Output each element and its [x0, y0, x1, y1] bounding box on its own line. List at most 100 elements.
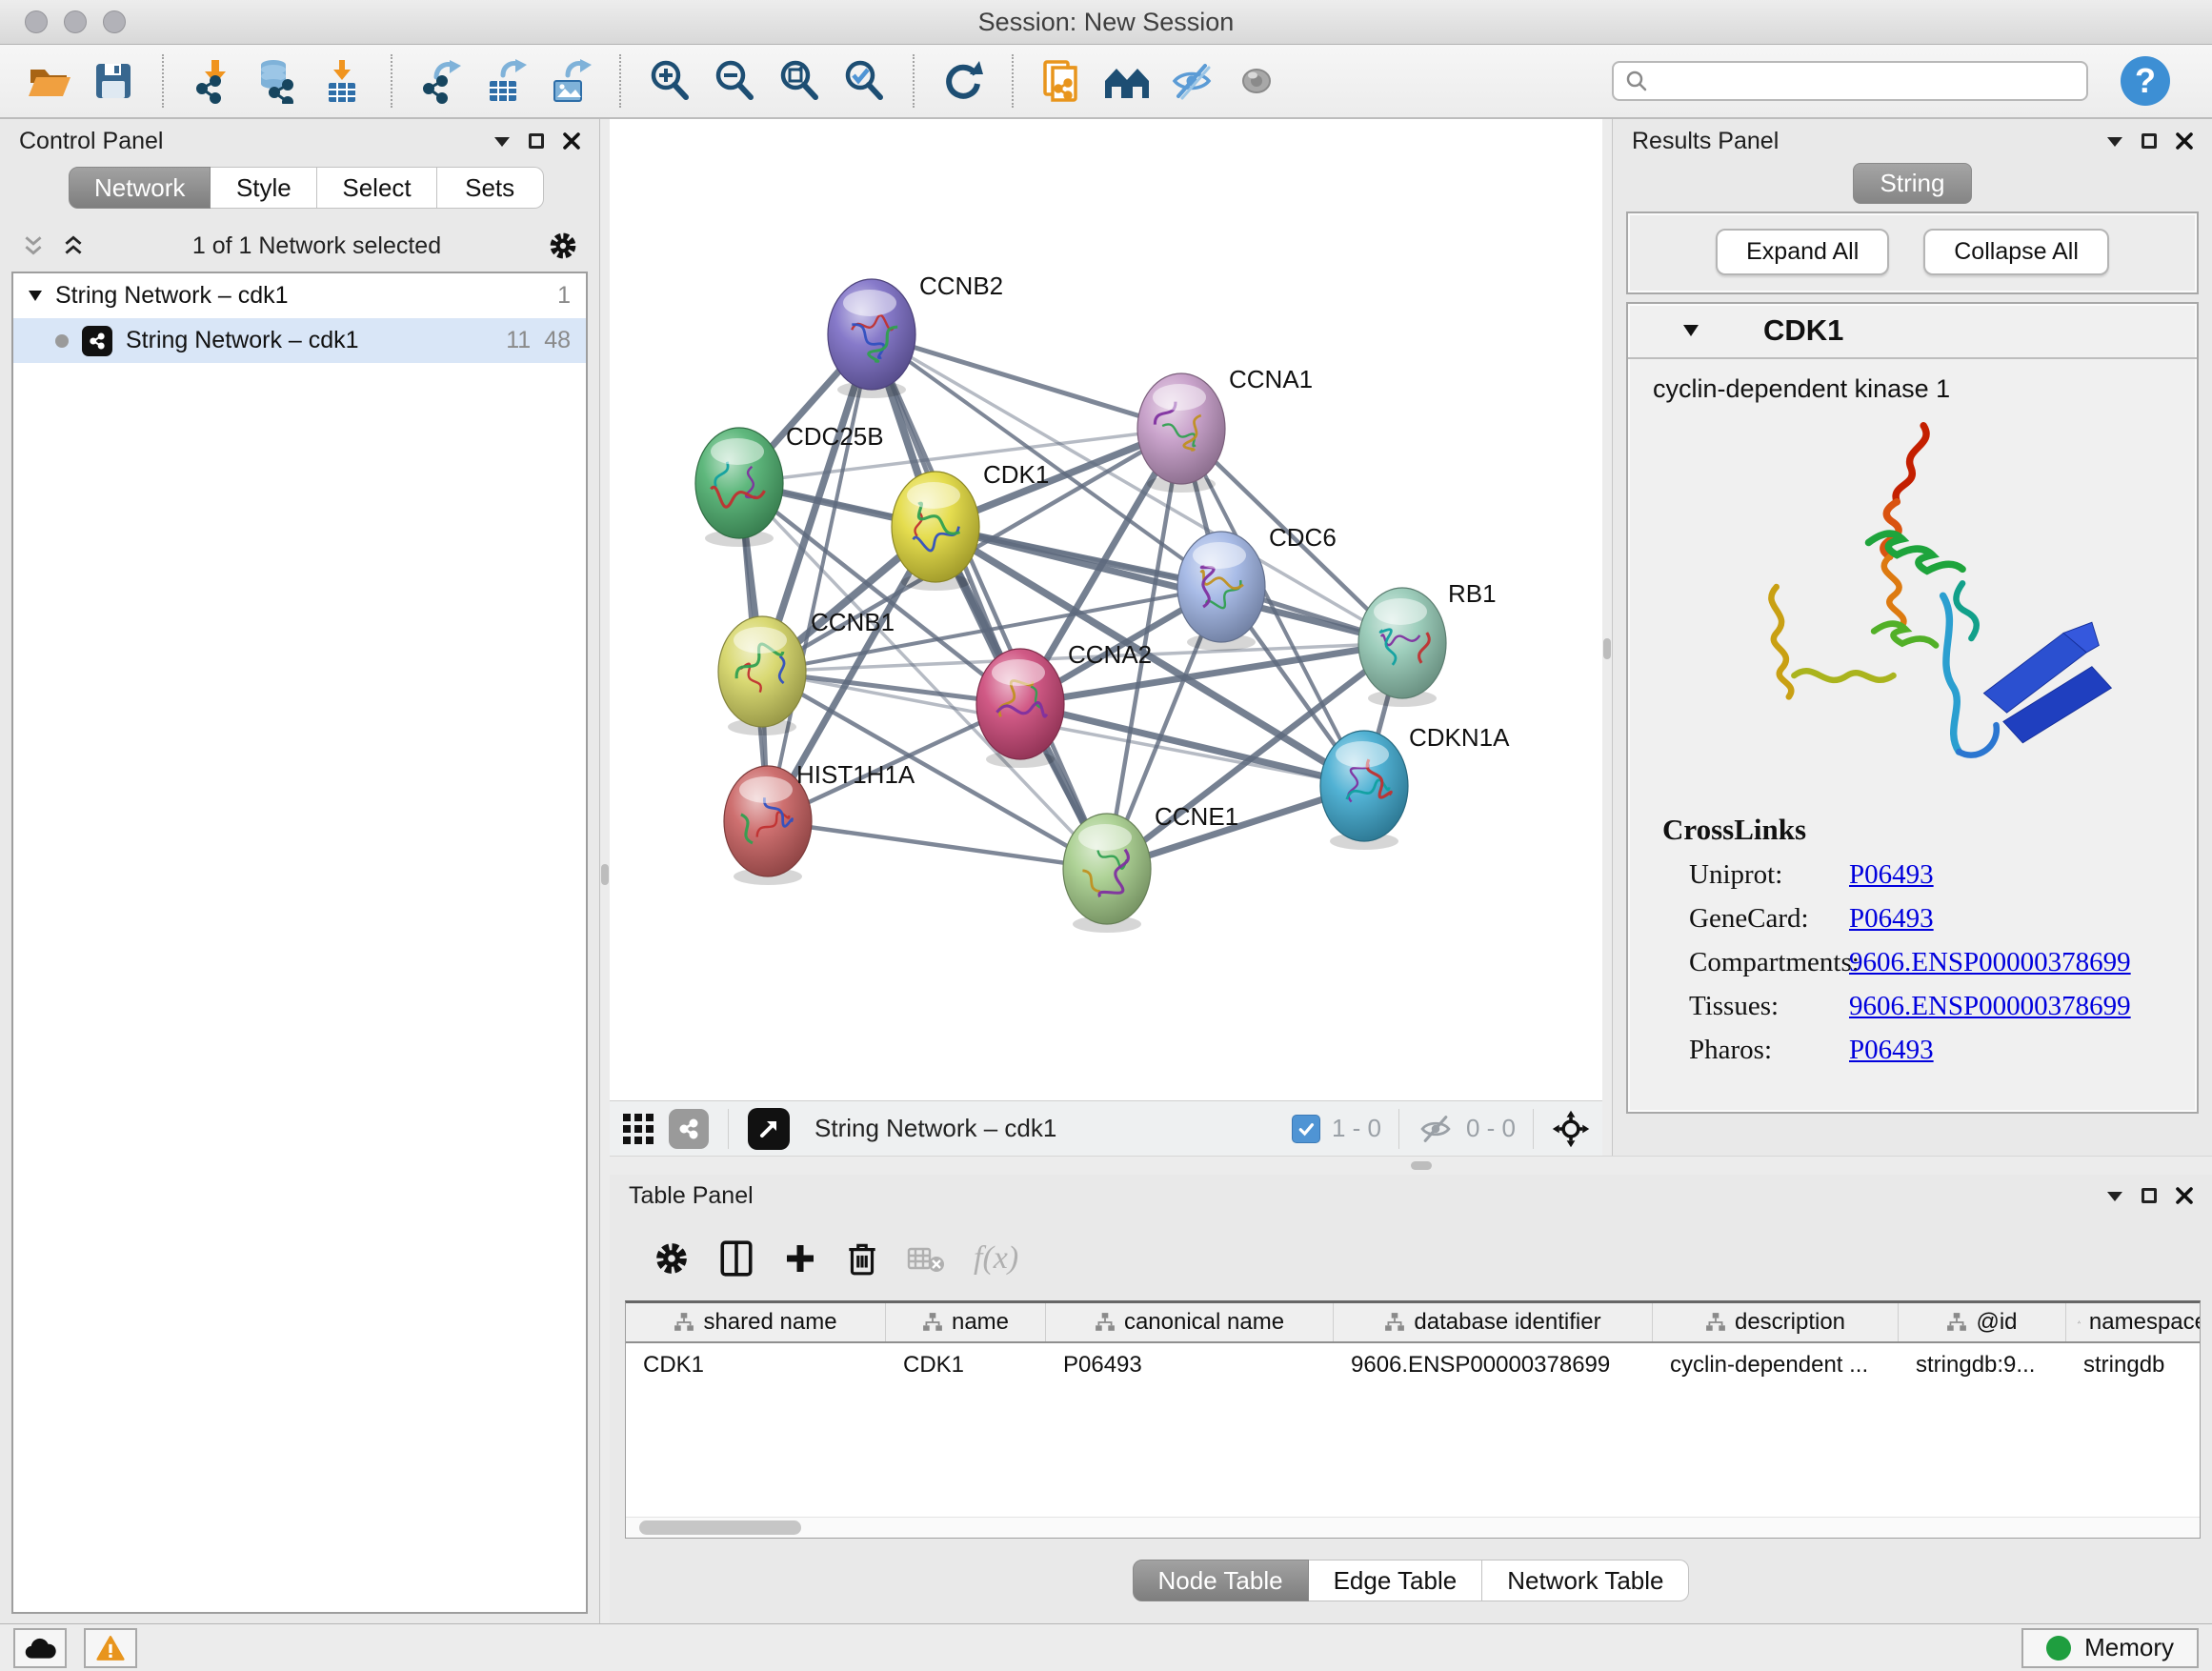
- column-header--id[interactable]: @id: [1899, 1303, 2066, 1341]
- network-node-ccnb1[interactable]: [718, 616, 806, 735]
- delete-table-icon[interactable]: [907, 1242, 945, 1275]
- results-tab-string[interactable]: String: [1853, 163, 1973, 204]
- add-column-icon[interactable]: [783, 1241, 817, 1276]
- birds-eye-view-button[interactable]: [748, 1108, 790, 1150]
- table-cell[interactable]: 9606.ENSP00000378699: [1334, 1352, 1653, 1379]
- float-panel-icon[interactable]: [2142, 1188, 2157, 1203]
- close-panel-icon[interactable]: [2176, 1187, 2193, 1204]
- grid-view-icon[interactable]: [621, 1112, 655, 1146]
- panel-menu-icon[interactable]: [2107, 135, 2122, 147]
- import-network-database-button[interactable]: [251, 53, 303, 109]
- tab-node-table[interactable]: Node Table: [1133, 1560, 1309, 1601]
- search-input[interactable]: [1658, 68, 2075, 94]
- refresh-button[interactable]: [937, 53, 989, 109]
- panel-menu-icon[interactable]: [494, 135, 510, 147]
- table-cell[interactable]: cyclin-dependent ...: [1653, 1352, 1899, 1379]
- network-edge[interactable]: [768, 334, 872, 821]
- table-horizontal-scrollbar[interactable]: [626, 1517, 2200, 1538]
- network-canvas[interactable]: CCNB2CCNA1CDC25BCDK1CDC6RB1CCNB1CCNA2CDK…: [610, 119, 1602, 1100]
- import-network-file-button[interactable]: [187, 53, 238, 109]
- memory-button[interactable]: Memory: [2021, 1628, 2199, 1668]
- column-header-description[interactable]: description: [1653, 1303, 1899, 1341]
- collapse-all-icon[interactable]: [21, 233, 46, 258]
- network-node-rb1[interactable]: [1358, 588, 1446, 707]
- help-button[interactable]: ?: [2121, 56, 2170, 106]
- delete-column-icon[interactable]: [846, 1239, 878, 1278]
- column-header-shared-name[interactable]: shared name: [626, 1303, 886, 1341]
- node-table[interactable]: shared namenamecanonical namedatabase id…: [625, 1300, 2201, 1539]
- gear-icon[interactable]: [548, 231, 578, 261]
- network-overview-icon[interactable]: [669, 1109, 709, 1149]
- zoom-out-button[interactable]: [709, 53, 760, 109]
- network-row[interactable]: String Network – cdk1 11 48: [13, 318, 586, 363]
- scrollbar-thumb[interactable]: [639, 1520, 801, 1535]
- network-collection-row[interactable]: String Network – cdk1 1: [13, 273, 586, 318]
- crosslink-link[interactable]: 9606.ENSP00000378699: [1849, 947, 2131, 978]
- horizontal-splitter[interactable]: [610, 1156, 2212, 1175]
- open-session-button[interactable]: [23, 53, 74, 109]
- column-header-canonical-name[interactable]: canonical name: [1046, 1303, 1334, 1341]
- crosslink-link[interactable]: 9606.ENSP00000378699: [1849, 991, 2131, 1022]
- tab-network-table[interactable]: Network Table: [1482, 1560, 1689, 1601]
- selected-nodes-checkbox[interactable]: [1292, 1115, 1320, 1143]
- hide-results-button[interactable]: [1166, 53, 1217, 109]
- network-node-ccnb2[interactable]: [828, 279, 915, 398]
- network-node-ccne1[interactable]: [1063, 814, 1151, 933]
- expand-all-button[interactable]: Expand All: [1716, 229, 1889, 275]
- tab-network[interactable]: Network: [69, 167, 211, 209]
- protein-section-header[interactable]: CDK1: [1628, 304, 2197, 359]
- crosslink-link[interactable]: P06493: [1849, 859, 1934, 891]
- tab-style[interactable]: Style: [211, 167, 317, 209]
- vertical-splitter-left[interactable]: [600, 119, 610, 1623]
- panel-menu-icon[interactable]: [2107, 1190, 2122, 1201]
- column-header-name[interactable]: name: [886, 1303, 1046, 1341]
- splitter-handle[interactable]: [1603, 638, 1611, 659]
- zoom-in-button[interactable]: [644, 53, 695, 109]
- show-results-button[interactable]: [1231, 53, 1282, 109]
- export-image-button[interactable]: [545, 53, 596, 109]
- export-network-button[interactable]: [415, 53, 467, 109]
- maximize-window-button[interactable]: [103, 10, 126, 33]
- tab-edge-table[interactable]: Edge Table: [1309, 1560, 1483, 1601]
- toolbar-search[interactable]: [1612, 61, 2088, 101]
- close-panel-icon[interactable]: [563, 132, 580, 150]
- import-table-file-button[interactable]: [316, 53, 368, 109]
- zoom-selected-button[interactable]: [838, 53, 890, 109]
- table-settings-gear-icon[interactable]: [654, 1240, 690, 1277]
- close-panel-icon[interactable]: [2176, 132, 2193, 150]
- table-cell[interactable]: CDK1: [626, 1352, 886, 1379]
- collapse-all-button[interactable]: Collapse All: [1923, 229, 2109, 275]
- table-cell[interactable]: P06493: [1046, 1352, 1334, 1379]
- tree-expand-icon[interactable]: [29, 291, 42, 301]
- network-edge[interactable]: [872, 334, 1181, 429]
- warnings-button[interactable]: [84, 1628, 137, 1668]
- save-session-button[interactable]: [88, 53, 139, 109]
- home-button[interactable]: [1101, 53, 1153, 109]
- tab-select[interactable]: Select: [317, 167, 436, 209]
- splitter-handle[interactable]: [601, 864, 609, 885]
- float-panel-icon[interactable]: [2142, 133, 2157, 149]
- section-collapse-icon[interactable]: [1683, 325, 1699, 336]
- function-builder-icon[interactable]: f(x): [974, 1240, 1018, 1277]
- network-node-cdc25b[interactable]: [695, 428, 783, 547]
- hidden-items-icon[interactable]: [1417, 1113, 1455, 1145]
- fit-selected-icon[interactable]: [1551, 1109, 1591, 1149]
- export-table-button[interactable]: [480, 53, 532, 109]
- float-panel-icon[interactable]: [529, 133, 544, 149]
- crosslink-link[interactable]: P06493: [1849, 1035, 1934, 1066]
- string-import-button[interactable]: [1036, 53, 1088, 109]
- close-window-button[interactable]: [25, 10, 48, 33]
- zoom-fit-button[interactable]: [774, 53, 825, 109]
- minimize-window-button[interactable]: [64, 10, 87, 33]
- show-columns-icon[interactable]: [718, 1239, 754, 1278]
- cloud-status-button[interactable]: [13, 1628, 67, 1668]
- splitter-handle[interactable]: [1411, 1161, 1432, 1170]
- table-cell[interactable]: stringdb: [2066, 1352, 2201, 1379]
- crosslink-link[interactable]: P06493: [1849, 903, 1934, 935]
- expand-all-icon[interactable]: [61, 233, 86, 258]
- table-row[interactable]: CDK1CDK1P064939606.ENSP00000378699cyclin…: [626, 1343, 2200, 1387]
- table-cell[interactable]: CDK1: [886, 1352, 1046, 1379]
- column-header-database-identifier[interactable]: database identifier: [1334, 1303, 1653, 1341]
- network-edge[interactable]: [768, 821, 1107, 869]
- network-node-cdkn1a[interactable]: [1320, 731, 1408, 850]
